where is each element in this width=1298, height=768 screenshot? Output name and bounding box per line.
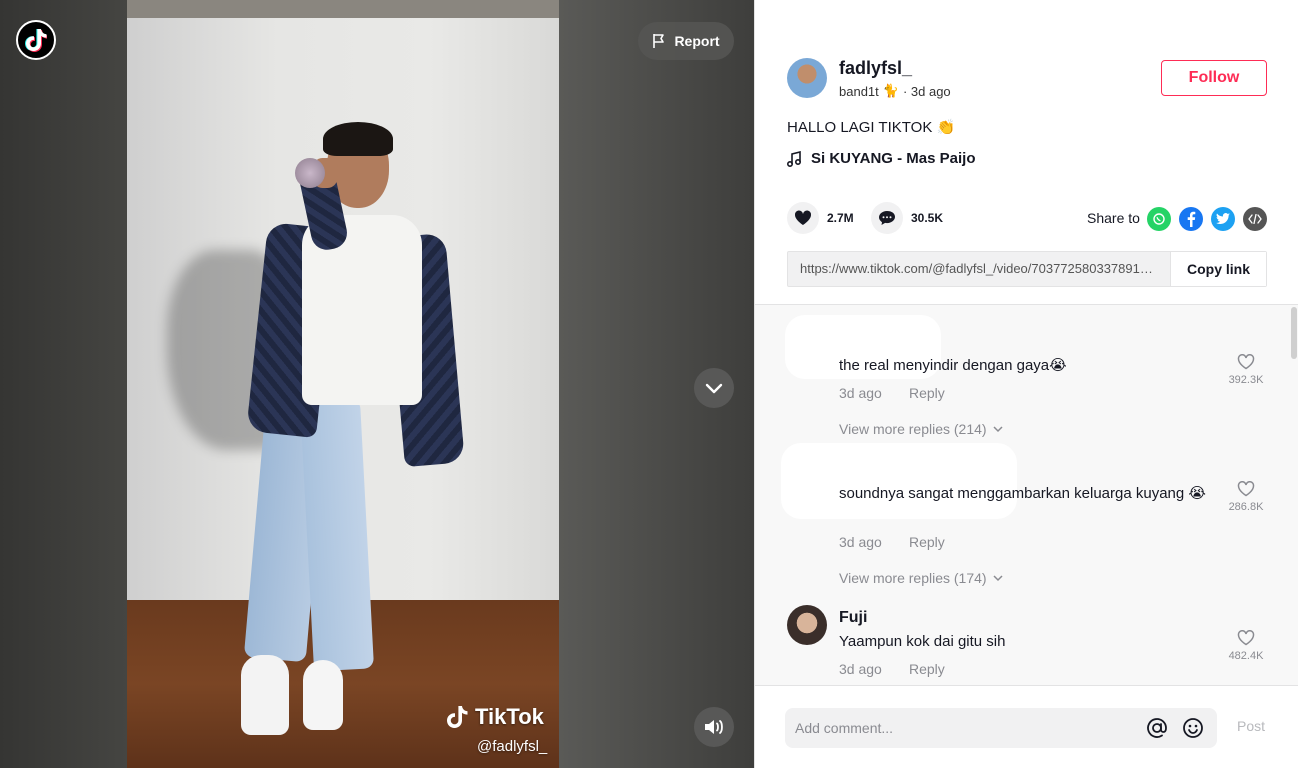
watermark-username: @fadlyfsl_ [477, 738, 548, 755]
comment-icon [879, 211, 895, 225]
whatsapp-icon[interactable] [1147, 207, 1171, 231]
comment-time: 3d ago [839, 661, 882, 677]
flag-icon [653, 34, 665, 48]
embed-glyph-icon [1248, 214, 1262, 224]
video-player[interactable]: TikTok @fadlyfsl_ Report [0, 0, 754, 768]
at-sign-icon [1147, 718, 1167, 738]
music-title: Si KUYANG - Mas Paijo [811, 150, 976, 167]
heart-outline-icon [1237, 354, 1255, 370]
author-nickname: band1t [839, 83, 879, 99]
like-button[interactable] [787, 202, 819, 234]
author-meta: band1t 🐈 · 3d ago [839, 83, 951, 99]
comment-like-count: 286.8K [1228, 501, 1264, 513]
comment-like[interactable]: 286.8K [1221, 481, 1271, 513]
facebook-icon[interactable] [1179, 207, 1203, 231]
music-link[interactable]: Si KUYANG - Mas Paijo [787, 150, 976, 167]
person-shoe-left [241, 655, 289, 735]
follow-button[interactable]: Follow [1161, 60, 1267, 96]
embed-icon[interactable] [1243, 207, 1267, 231]
comment-scrollbar[interactable] [1291, 307, 1297, 359]
comment-text: Yaampun kok dai gitu sih [839, 633, 1006, 650]
tiktok-watermark-icon [447, 706, 468, 728]
report-label: Report [674, 33, 720, 49]
video-wall-top [127, 0, 559, 18]
share-label: Share to [1087, 210, 1140, 226]
comment-time: 3d ago [839, 534, 882, 550]
video-frame[interactable]: TikTok @fadlyfsl_ [127, 0, 559, 768]
twitter-icon[interactable] [1211, 207, 1235, 231]
music-note-icon [787, 150, 801, 167]
tiktok-logo-icon [25, 29, 47, 52]
post-time: · 3d ago [902, 83, 951, 99]
comment-input[interactable] [795, 720, 1135, 736]
comment-like[interactable]: 392.3K [1221, 354, 1271, 386]
comment-input-box[interactable] [785, 708, 1217, 748]
chevron-down-icon [993, 426, 1003, 433]
chevron-down-icon [993, 575, 1003, 582]
twitter-glyph-icon [1216, 213, 1230, 225]
copy-link-button[interactable]: Copy link [1170, 252, 1266, 286]
tiktok-logo[interactable] [16, 20, 56, 60]
emoji-smile-icon [1183, 718, 1203, 738]
person-shoe-right [303, 660, 343, 730]
comment-reply-button[interactable]: Reply [909, 661, 945, 677]
heart-icon [794, 210, 812, 225]
like-stat[interactable]: 2.7M [787, 202, 854, 234]
cat-emoji-icon: 🐈 [882, 83, 899, 98]
person-hair [323, 122, 393, 156]
comment-text: the real menyindir dengan gaya😭 [839, 357, 1067, 374]
comment-list[interactable]: the real menyindir dengan gaya😭 3d ago R… [755, 304, 1298, 685]
comment-avatar-redacted [781, 443, 1017, 519]
post-button[interactable]: Post [1237, 718, 1265, 734]
comment-like[interactable]: 482.4K [1221, 630, 1271, 662]
facebook-glyph-icon [1187, 211, 1196, 227]
person-flower [295, 158, 325, 188]
whatsapp-glyph-icon [1153, 213, 1165, 225]
heart-outline-icon [1237, 630, 1255, 646]
comment-time: 3d ago [839, 385, 882, 401]
author-username[interactable]: fadlyfsl_ [839, 58, 912, 79]
author-avatar[interactable] [787, 58, 827, 98]
volume-icon [705, 720, 723, 734]
heart-outline-icon [1237, 481, 1255, 497]
chevron-down-icon [705, 383, 723, 394]
post-caption: HALLO LAGI TIKTOK 👏 [787, 119, 956, 136]
view-more-replies[interactable]: View more replies (174) [839, 570, 1003, 586]
volume-button[interactable] [694, 707, 734, 747]
comment-like-count: 392.3K [1228, 374, 1264, 386]
report-button[interactable]: Report [638, 22, 734, 60]
comment-avatar[interactable] [787, 605, 827, 645]
tiktok-watermark: TikTok [447, 704, 544, 730]
side-panel: fadlyfsl_ band1t 🐈 · 3d ago Follow HALLO… [754, 0, 1298, 768]
video-blur-left [0, 0, 127, 768]
like-count: 2.7M [827, 211, 854, 225]
comment-button[interactable] [871, 202, 903, 234]
share-link-box: https://www.tiktok.com/@fadlyfsl_/video/… [787, 251, 1267, 287]
comment-reply-button[interactable]: Reply [909, 385, 945, 401]
view-more-replies-label: View more replies (174) [839, 570, 987, 586]
mention-button[interactable] [1143, 714, 1171, 742]
share-link-text[interactable]: https://www.tiktok.com/@fadlyfsl_/video/… [788, 252, 1170, 286]
comment-reply-button[interactable]: Reply [909, 534, 945, 550]
view-more-replies-label: View more replies (214) [839, 421, 987, 437]
next-video-button[interactable] [694, 368, 734, 408]
tiktok-watermark-text: TikTok [475, 704, 544, 729]
comment-like-count: 482.4K [1228, 650, 1264, 662]
comment-stat[interactable]: 30.5K [871, 202, 943, 234]
comment-footer: Post [755, 685, 1298, 768]
comment-count: 30.5K [911, 211, 944, 225]
page: TikTok @fadlyfsl_ Report fadlyfsl_ band1… [0, 0, 1298, 768]
emoji-button[interactable] [1179, 714, 1207, 742]
comment-author[interactable]: Fuji [839, 609, 867, 627]
comment-text: soundnya sangat menggambarkan keluarga k… [839, 485, 1206, 502]
view-more-replies[interactable]: View more replies (214) [839, 421, 1003, 437]
